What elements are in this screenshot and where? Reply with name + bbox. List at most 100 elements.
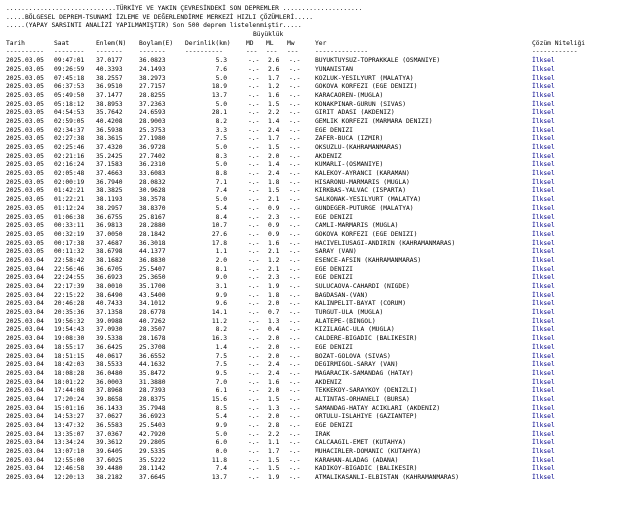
row-md: -.- <box>248 395 260 403</box>
row-time: 09:26:59 <box>54 65 85 73</box>
row-quality[interactable]: İlksel <box>532 448 555 457</box>
row-md: -.- <box>248 387 260 395</box>
separator-row: ---------- -------- ------- ------- ----… <box>6 48 636 57</box>
row-quality[interactable]: İlksel <box>532 248 555 257</box>
row-time: 13:34:24 <box>54 439 85 447</box>
row-date: 2025.03.04 <box>6 439 44 447</box>
row-depth: 8.3 <box>215 152 227 160</box>
row-ml: 1.5 <box>268 144 280 151</box>
table-row: 2025.03.04 18:55:17 36.6425 25.3708 1.4 -.- 2.… <box>6 344 636 353</box>
header-title-line: .............................TÜRKİYE VE … <box>6 5 363 12</box>
row-quality[interactable]: İlksel <box>532 474 555 483</box>
row-time: 15:01:16 <box>54 404 85 412</box>
row-quality[interactable]: İlksel <box>532 187 555 196</box>
row-quality[interactable]: İlksel <box>532 66 555 75</box>
col-mw-header: Mw <box>287 39 295 47</box>
row-quality[interactable]: İlksel <box>532 57 555 66</box>
row-ml: 1.5 <box>268 465 280 473</box>
row-quality[interactable]: İlksel <box>532 240 555 249</box>
row-lon: 35.5222 <box>139 456 166 464</box>
row-place: KADIKOY-BIGADIC (BALIKESIR) <box>315 465 418 473</box>
row-quality[interactable]: İlksel <box>532 109 555 118</box>
row-quality[interactable]: İlksel <box>532 387 555 396</box>
row-date: 2025.03.05 <box>6 100 44 108</box>
row-quality[interactable]: İlksel <box>532 326 555 335</box>
row-depth: 11.2 <box>211 317 227 325</box>
row-time: 22:24:55 <box>54 274 85 282</box>
row-depth: 8.2 <box>215 326 227 334</box>
row-lon: 28.2880 <box>139 222 166 230</box>
row-quality[interactable]: İlksel <box>532 439 555 448</box>
row-ml: 2.8 <box>268 422 280 429</box>
row-quality[interactable]: İlksel <box>532 205 555 214</box>
col-time-header: Saat <box>54 39 70 47</box>
row-date: 2025.03.04 <box>6 456 44 464</box>
row-quality[interactable]: İlksel <box>532 170 555 179</box>
row-time: 19:54:43 <box>54 326 85 334</box>
row-mw: -.- <box>289 187 301 195</box>
row-lon: 29.5335 <box>139 448 166 456</box>
row-depth: 5.0 <box>215 100 227 108</box>
row-depth: 9.5 <box>215 369 227 377</box>
row-lon: 29.2805 <box>139 439 166 447</box>
row-date: 2025.03.05 <box>6 91 44 99</box>
row-lat: 37.4320 <box>96 144 123 151</box>
row-quality[interactable]: İlksel <box>532 118 555 127</box>
row-lat: 35.2425 <box>96 152 123 160</box>
row-time: 13:47:32 <box>54 422 85 429</box>
row-quality[interactable]: İlksel <box>532 274 555 283</box>
row-quality[interactable]: İlksel <box>532 161 555 170</box>
row-lat: 38.1193 <box>96 196 123 204</box>
row-quality[interactable]: İlksel <box>532 283 555 292</box>
row-date: 2025.03.04 <box>6 413 44 421</box>
row-quality[interactable]: İlksel <box>532 422 555 431</box>
row-ml: 1.6 <box>268 239 280 247</box>
row-quality[interactable]: İlksel <box>532 309 555 318</box>
row-date: 2025.03.04 <box>6 335 44 343</box>
row-depth: 1.4 <box>215 343 227 351</box>
row-quality[interactable]: İlksel <box>532 101 555 110</box>
row-quality[interactable]: İlksel <box>532 413 555 422</box>
row-time: 09:47:01 <box>54 57 85 65</box>
row-quality[interactable]: İlksel <box>532 396 555 405</box>
row-quality[interactable]: İlksel <box>532 335 555 344</box>
row-date: 2025.03.04 <box>6 309 44 317</box>
sep-md: --- <box>246 48 258 56</box>
col-depth-header: Derinlik(km) <box>185 39 231 47</box>
row-lat: 38.2957 <box>96 204 123 212</box>
row-quality[interactable]: İlksel <box>532 257 555 266</box>
row-quality[interactable]: İlksel <box>532 231 555 240</box>
row-quality[interactable]: İlksel <box>532 361 555 370</box>
row-time: 02:25:46 <box>54 144 85 151</box>
table-row: 2025.03.05 02:25:46 37.4320 36.9728 5.0 -.- 1.… <box>6 144 636 153</box>
row-mw: -.- <box>289 361 301 369</box>
row-quality[interactable]: İlksel <box>532 379 555 388</box>
row-quality[interactable]: İlksel <box>532 83 555 92</box>
row-depth: 8.4 <box>215 213 227 221</box>
row-ml: 0.9 <box>268 204 280 212</box>
row-quality[interactable]: İlksel <box>532 300 555 309</box>
row-mw: -.- <box>289 204 301 212</box>
row-quality[interactable]: İlksel <box>532 370 555 379</box>
row-date: 2025.03.04 <box>6 474 44 482</box>
row-place: BAGDASAN-(VAN) <box>315 291 369 299</box>
row-quality[interactable]: İlksel <box>532 222 555 231</box>
row-quality[interactable]: İlksel <box>532 135 555 144</box>
row-quality[interactable]: İlksel <box>532 196 555 205</box>
row-lat: 36.6705 <box>96 265 123 273</box>
row-quality[interactable]: İlksel <box>532 465 555 474</box>
row-quality[interactable]: İlksel <box>532 144 555 153</box>
row-quality[interactable]: İlksel <box>532 214 555 223</box>
table-row: 2025.03.04 13:07:10 39.6405 29.5335 0.0 -.- 1.… <box>6 448 636 457</box>
row-quality[interactable]: İlksel <box>532 353 555 362</box>
row-quality[interactable]: İlksel <box>532 75 555 84</box>
row-lat: 38.2557 <box>96 74 123 82</box>
row-ml: 1.2 <box>268 256 280 264</box>
table-row: 2025.03.04 12:46:58 39.4480 28.1142 7.4 -.- 1.… <box>6 465 636 474</box>
row-quality[interactable]: İlksel <box>532 344 555 353</box>
row-lat: 36.9813 <box>96 222 123 230</box>
row-quality[interactable]: İlksel <box>532 92 555 101</box>
row-mw: -.- <box>289 395 301 403</box>
row-md: -.- <box>248 474 260 482</box>
row-depth: 8.2 <box>215 117 227 125</box>
